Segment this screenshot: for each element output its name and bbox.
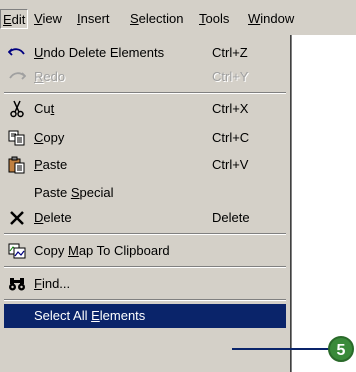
shortcut-undo: Ctrl+Z	[212, 45, 248, 60]
menu-item-delete[interactable]: Delete Delete	[4, 206, 286, 230]
menu-item-find[interactable]: Find...	[4, 272, 286, 296]
menu-separator	[4, 92, 286, 94]
menu-item-redo[interactable]: Redo Ctrl+Y	[4, 65, 286, 89]
menu-item-copy-map-to-clipboard[interactable]: Copy Map To Clipboard	[4, 239, 286, 263]
menu-selection[interactable]: Selection	[130, 10, 183, 28]
shortcut-copy: Ctrl+C	[212, 130, 250, 145]
menu-tools[interactable]: Tools	[199, 10, 229, 28]
menu-item-undo[interactable]: Undo Delete Elements Ctrl+Z	[4, 41, 286, 65]
menu-item-copy[interactable]: Copy Ctrl+C	[4, 126, 286, 150]
redo-icon	[7, 68, 27, 86]
scissors-icon	[7, 100, 27, 118]
menu-bar: Edit View Insert Selection Tools Window	[0, 0, 356, 35]
copy-icon	[7, 129, 27, 147]
shortcut-redo: Ctrl+Y	[212, 69, 249, 84]
menu-view[interactable]: View	[34, 10, 62, 28]
copy-map-icon	[7, 242, 27, 260]
delete-icon	[7, 209, 27, 227]
paste-icon	[7, 156, 27, 174]
menu-separator	[4, 233, 286, 235]
callout-number-badge: 5	[328, 336, 354, 362]
shortcut-paste: Ctrl+V	[212, 157, 249, 172]
shortcut-cut: Ctrl+X	[212, 101, 249, 116]
undo-icon	[7, 44, 27, 62]
menu-item-cut[interactable]: Cut Ctrl+X	[4, 97, 286, 121]
menu-separator	[4, 266, 286, 268]
menu-item-select-all-elements[interactable]: Select All Elements	[4, 304, 286, 328]
menu-edit[interactable]: Edit	[0, 9, 29, 29]
menu-item-paste-special[interactable]: Paste Special	[4, 181, 286, 205]
menu-insert[interactable]: Insert	[77, 10, 110, 28]
edit-dropdown-menu: Undo Delete Elements Ctrl+Z Redo Ctrl+Y …	[0, 35, 292, 372]
binoculars-icon	[7, 275, 27, 293]
callout-leader-line	[232, 348, 336, 350]
menu-item-paste[interactable]: Paste Ctrl+V	[4, 153, 286, 177]
shortcut-delete: Delete	[212, 210, 250, 225]
menu-window[interactable]: Window	[248, 10, 294, 28]
menu-separator	[4, 299, 286, 301]
